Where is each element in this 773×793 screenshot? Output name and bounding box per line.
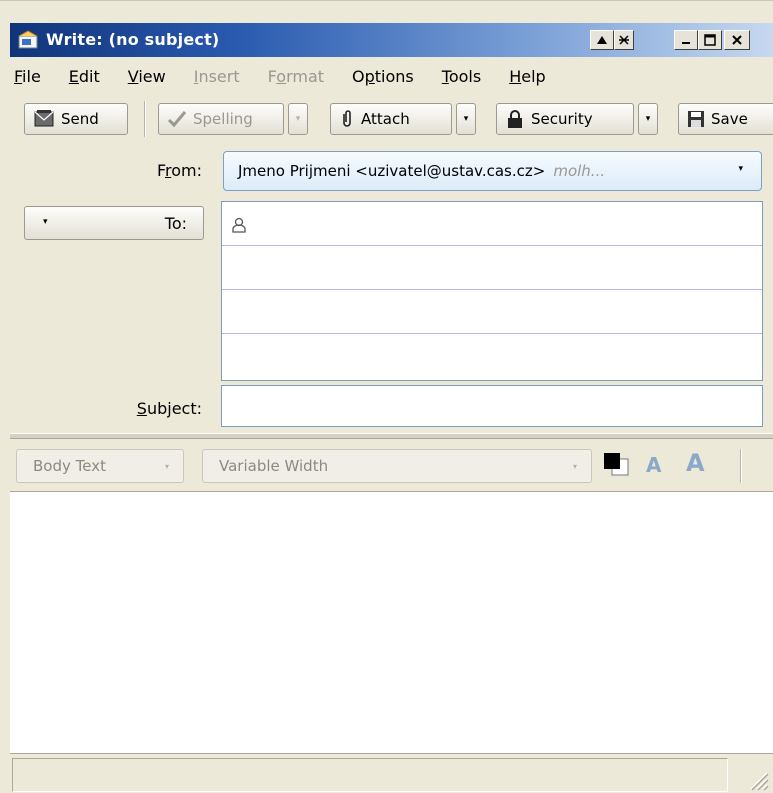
person-icon bbox=[232, 217, 246, 233]
recipient-row[interactable] bbox=[222, 334, 762, 378]
floppy-icon bbox=[688, 111, 704, 127]
from-label: From: bbox=[156, 161, 202, 180]
paperclip-icon bbox=[343, 110, 351, 127]
maximize-button[interactable] bbox=[698, 30, 722, 50]
subject-input[interactable] bbox=[221, 385, 763, 427]
send-label: Send bbox=[61, 110, 99, 128]
menu-insert[interactable]: Insert bbox=[180, 67, 254, 86]
from-value: Jmeno Prijmeni <uzivatel@ustav.cas.cz> bbox=[238, 162, 546, 180]
menu-edit[interactable]: Edit bbox=[55, 67, 114, 86]
smaller-text-icon[interactable]: A bbox=[646, 453, 661, 477]
menu-format[interactable]: Format bbox=[254, 67, 338, 86]
status-text bbox=[12, 758, 728, 792]
recipient-row[interactable] bbox=[222, 202, 762, 246]
compose-app-icon bbox=[18, 30, 38, 49]
menu-help[interactable]: Help bbox=[495, 67, 559, 86]
compose-window: Write: (no subject) File Edit View Insert Fo… bbox=[0, 0, 773, 793]
security-label: Security bbox=[531, 110, 593, 128]
chevron-down-icon: ▾ bbox=[164, 462, 169, 471]
menu-bar: File Edit View Insert Format Options Tools Help bbox=[10, 57, 773, 95]
send-button[interactable]: Send bbox=[24, 103, 128, 135]
window-title: Write: (no subject) bbox=[46, 30, 220, 49]
spelling-button[interactable]: Spelling bbox=[158, 103, 284, 135]
security-button[interactable]: Security bbox=[496, 103, 634, 135]
security-dropdown[interactable]: ▾ bbox=[638, 103, 658, 135]
move-up-icon[interactable] bbox=[590, 30, 614, 50]
menu-options[interactable]: Options bbox=[338, 67, 428, 86]
paragraph-style-select[interactable]: Body Text ▾ bbox=[16, 449, 184, 483]
chevron-down-icon: ▾ bbox=[572, 462, 577, 471]
font-family-value: Variable Width bbox=[219, 457, 329, 475]
larger-text-icon[interactable]: A bbox=[686, 449, 705, 477]
menu-tools[interactable]: Tools bbox=[428, 67, 495, 86]
resize-grip-icon[interactable] bbox=[745, 767, 769, 791]
toolbar-separator bbox=[144, 101, 145, 137]
recipient-list bbox=[221, 201, 763, 381]
attach-dropdown[interactable]: ▾ bbox=[456, 103, 476, 135]
spelling-dropdown[interactable]: ▾ bbox=[288, 103, 308, 135]
toolbar-separator bbox=[740, 449, 741, 483]
recipient-row[interactable] bbox=[222, 290, 762, 334]
pin-icon[interactable] bbox=[614, 30, 634, 50]
chevron-down-icon: ▾ bbox=[738, 164, 743, 174]
message-body-editor[interactable] bbox=[10, 491, 773, 753]
to-label: To: bbox=[164, 214, 187, 233]
recipient-row[interactable] bbox=[222, 246, 762, 290]
text-color-icon[interactable] bbox=[602, 451, 632, 479]
menu-view[interactable]: View bbox=[114, 67, 180, 86]
checkmark-icon bbox=[167, 111, 187, 128]
menu-file[interactable]: File bbox=[10, 67, 55, 86]
subject-label: Subject: bbox=[136, 399, 202, 418]
spelling-label: Spelling bbox=[193, 110, 253, 128]
recipient-type-select[interactable]: ▾ To: bbox=[24, 206, 204, 240]
title-bar[interactable]: Write: (no subject) bbox=[10, 23, 773, 57]
send-icon bbox=[34, 110, 54, 127]
lock-icon bbox=[508, 110, 522, 128]
chevron-down-icon: ▾ bbox=[43, 217, 48, 227]
save-button[interactable]: Save bbox=[678, 103, 773, 135]
from-account-name: molh... bbox=[553, 162, 606, 180]
attach-label: Attach bbox=[361, 110, 410, 128]
paragraph-style-value: Body Text bbox=[33, 457, 106, 475]
save-label: Save bbox=[711, 110, 748, 128]
status-bar bbox=[10, 753, 773, 793]
from-identity-select[interactable]: Jmeno Prijmeni <uzivatel@ustav.cas.cz> m… bbox=[223, 151, 762, 191]
close-button[interactable] bbox=[724, 30, 750, 50]
format-toolbar: Body Text ▾ Variable Width ▾ A A bbox=[10, 439, 773, 491]
attach-button[interactable]: Attach bbox=[330, 103, 452, 135]
compose-toolbar: Send Spelling ▾ Attach ▾ Security ▾ Save bbox=[10, 95, 773, 147]
minimize-button[interactable] bbox=[674, 30, 698, 50]
font-family-select[interactable]: Variable Width ▾ bbox=[202, 449, 592, 483]
